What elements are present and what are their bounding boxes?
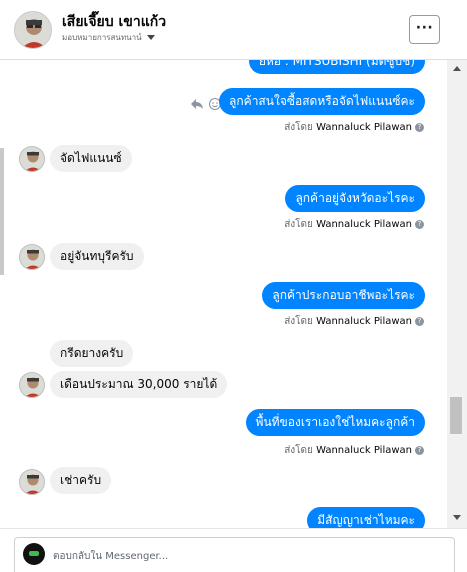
- message-incoming: กรีดยางครับ: [50, 340, 134, 367]
- reply-placeholder: ตอบกลับใน Messenger...: [53, 551, 169, 562]
- message-incoming: อยู่จันทบุรีครับ: [50, 243, 144, 270]
- assign-conversation-dropdown[interactable]: มอบหมายการสนทนาน์: [62, 31, 155, 44]
- message-outgoing: พื้นที่ของเราเองใช่ไหมคะลูกค้า: [245, 409, 425, 436]
- reply-input[interactable]: ตอบกลับใน Messenger...: [14, 537, 455, 572]
- message-outgoing: ลูกค้าอยู่จังหวัดอะไรคะ: [285, 185, 425, 212]
- sender-name: Wannaluck Pilawan: [316, 122, 412, 133]
- caret-down-icon: [146, 35, 155, 40]
- page-avatar: [23, 543, 45, 565]
- help-icon[interactable]: ?: [415, 316, 424, 326]
- message-incoming: จัดไฟแนนซ์: [50, 145, 132, 172]
- message-thread: ยี่ห้อ : MITSUBISHI (มิตซูบิชิ) ลูกค้าสน…: [0, 60, 447, 528]
- left-scroll-indicator: [0, 148, 4, 275]
- scroll-down-arrow-icon[interactable]: [453, 515, 461, 520]
- help-icon[interactable]: ?: [415, 122, 424, 132]
- message-incoming: เช่าครับ: [50, 467, 112, 494]
- sent-by-label: ส่งโดย: [284, 445, 313, 456]
- message-outgoing: ลูกค้าสนใจซื้อสดหรือจัดไฟแนนซ์คะ: [219, 88, 425, 115]
- message-incoming: เดือนประมาณ 30,000 รายได้: [50, 371, 228, 398]
- message-outgoing: ลูกค้าประกอบอาชีพอะไรคะ: [262, 282, 425, 309]
- message-outgoing-partial: ยี่ห้อ : MITSUBISHI (มิตซูบิชิ): [248, 60, 425, 74]
- vertical-scrollbar[interactable]: [447, 60, 467, 528]
- sent-by-label: ส่งโดย: [284, 219, 313, 230]
- sent-by-line: ส่งโดย Wannaluck Pilawan?: [284, 314, 424, 329]
- scrollbar-thumb[interactable]: [450, 397, 462, 434]
- more-options-button[interactable]: ···: [409, 15, 440, 44]
- conversation-header: เสียเจี๊ยบ เขาแก้ว มอบหมายการสนทนาน์ ···: [0, 0, 467, 60]
- reply-icon[interactable]: [191, 99, 203, 109]
- contact-name[interactable]: เสียเจี๊ยบ เขาแก้ว: [62, 11, 166, 33]
- contact-avatar-small: [19, 469, 45, 495]
- sender-name: Wannaluck Pilawan: [316, 316, 412, 327]
- contact-avatar[interactable]: [14, 11, 52, 49]
- contact-avatar-small: [19, 372, 45, 398]
- sent-by-line: ส่งโดย Wannaluck Pilawan?: [284, 120, 424, 135]
- sent-by-line: ส่งโดย Wannaluck Pilawan?: [284, 217, 424, 232]
- sent-by-label: ส่งโดย: [284, 122, 313, 133]
- assign-conversation-label: มอบหมายการสนทนาน์: [62, 33, 142, 42]
- help-icon[interactable]: ?: [415, 219, 424, 229]
- composer: ตอบกลับใน Messenger...: [0, 528, 467, 572]
- scroll-up-arrow-icon[interactable]: [453, 66, 461, 71]
- sender-name: Wannaluck Pilawan: [316, 219, 412, 230]
- help-icon[interactable]: ?: [415, 445, 424, 455]
- sent-by-line: ส่งโดย Wannaluck Pilawan?: [284, 443, 424, 458]
- contact-avatar-small: [19, 146, 45, 172]
- contact-avatar-small: [19, 244, 45, 270]
- message-outgoing: มีสัญญาเช่าไหมคะ: [307, 507, 425, 528]
- sent-by-label: ส่งโดย: [284, 316, 313, 327]
- sender-name: Wannaluck Pilawan: [316, 445, 412, 456]
